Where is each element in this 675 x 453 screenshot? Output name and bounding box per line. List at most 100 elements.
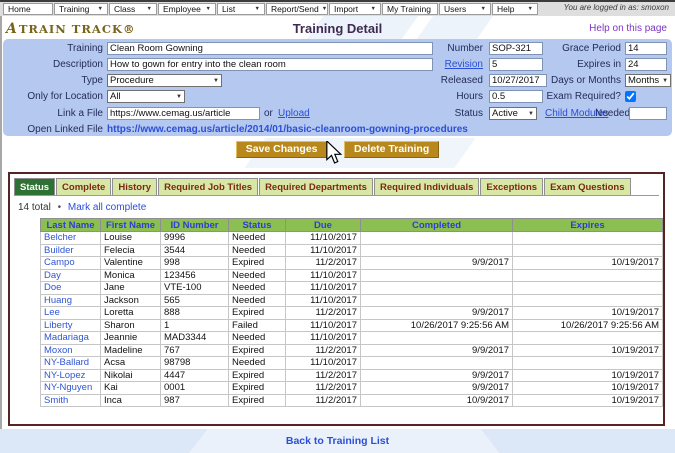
table-row: SmithInca987Expired11/2/201710/9/201710/…: [41, 394, 663, 407]
cell-expires: 10/19/2017: [513, 344, 663, 357]
employee-link[interactable]: NY-Lopez: [44, 370, 85, 381]
table-body: BelcherLouise9996Needed11/10/2017Builder…: [41, 232, 663, 407]
save-changes-button[interactable]: Save Changes: [236, 141, 328, 158]
employee-link[interactable]: Lee: [44, 307, 60, 318]
days-or-months-select[interactable]: Months ▼: [625, 74, 671, 87]
link-a-file-label: Link a File: [3, 107, 103, 121]
status-select[interactable]: Active ▼: [489, 107, 537, 120]
employee-link[interactable]: Huang: [44, 295, 72, 306]
menu-item-class[interactable]: Class▼: [109, 3, 157, 15]
menu-item-list[interactable]: List▼: [217, 3, 265, 15]
menu-item-my-training[interactable]: My Training: [382, 3, 438, 15]
menu-item-employee[interactable]: Employee▼: [158, 3, 216, 15]
tab-history[interactable]: History: [112, 178, 157, 195]
cell-first-name: Valentine: [101, 257, 161, 270]
only-for-location-label: Only for Location: [3, 90, 103, 104]
menu-item-training[interactable]: Training▼: [54, 3, 108, 15]
open-linked-file-link[interactable]: https://www.cemag.us/article/2014/01/bas…: [107, 123, 468, 137]
child-modules-needed-input[interactable]: [629, 107, 667, 120]
column-header-first-name[interactable]: First Name: [101, 219, 161, 232]
only-for-location-select-value: All: [110, 91, 121, 102]
cell-id-number: VTE-100: [161, 282, 229, 295]
menu-item-import[interactable]: Import▼: [329, 3, 381, 15]
table-row: BelcherLouise9996Needed11/10/2017: [41, 232, 663, 245]
description-input[interactable]: [107, 58, 433, 71]
cell-status: Expired: [229, 257, 286, 270]
tab-exam-questions[interactable]: Exam Questions: [544, 178, 630, 195]
cell-last-name: Builder: [41, 244, 101, 257]
grace-period-input[interactable]: [625, 42, 667, 55]
help-link[interactable]: Help on this page: [589, 23, 667, 34]
employee-link[interactable]: Madariaga: [44, 332, 89, 343]
employee-link[interactable]: Moxon: [44, 345, 73, 356]
cell-due: 11/2/2017: [286, 307, 361, 320]
tab-required-individuals[interactable]: Required Individuals: [374, 178, 479, 195]
employee-link[interactable]: NY-Ballard: [44, 357, 89, 368]
employee-link[interactable]: Doe: [44, 282, 61, 293]
column-header-expires[interactable]: Expires: [513, 219, 663, 232]
table-header-row: Last NameFirst NameID NumberStatusDueCom…: [41, 219, 663, 232]
tab-required-job-titles[interactable]: Required Job Titles: [158, 178, 258, 195]
cell-id-number: 3544: [161, 244, 229, 257]
cell-due: 11/10/2017: [286, 269, 361, 282]
logo-text: TRAIN TRACK®: [19, 22, 136, 36]
exam-required-checkbox[interactable]: [625, 91, 636, 102]
cell-status: Needed: [229, 357, 286, 370]
cell-first-name: Acsa: [101, 357, 161, 370]
cell-completed: [361, 282, 513, 295]
link-a-file-input[interactable]: [107, 107, 260, 120]
mark-all-complete-link[interactable]: Mark all complete: [68, 202, 146, 213]
cell-last-name: Belcher: [41, 232, 101, 245]
menu-item-home[interactable]: Home: [3, 3, 53, 15]
cell-completed: [361, 269, 513, 282]
cell-id-number: 1: [161, 319, 229, 332]
employee-link[interactable]: Belcher: [44, 232, 76, 243]
employee-link[interactable]: Campo: [44, 257, 75, 268]
menu-item-label: My Training: [387, 4, 431, 14]
cell-due: 11/10/2017: [286, 244, 361, 257]
revision-link[interactable]: Revision: [388, 58, 483, 72]
upload-link[interactable]: Upload: [278, 107, 310, 121]
cell-expires: [513, 269, 663, 282]
cell-expires: [513, 244, 663, 257]
cell-last-name: Huang: [41, 294, 101, 307]
column-header-status[interactable]: Status: [229, 219, 286, 232]
dropdown-arrow-icon: ▼: [206, 6, 211, 12]
employee-link[interactable]: Builder: [44, 245, 74, 256]
employee-link[interactable]: Day: [44, 270, 61, 281]
table-row: DayMonica123456Needed11/10/2017: [41, 269, 663, 282]
tab-exceptions[interactable]: Exceptions: [480, 178, 543, 195]
back-to-training-list-link[interactable]: Back to Training List: [286, 435, 389, 447]
only-for-location-select[interactable]: All ▼: [107, 90, 185, 103]
column-header-id-number[interactable]: ID Number: [161, 219, 229, 232]
cell-expires: 10/19/2017: [513, 257, 663, 270]
cell-id-number: 98798: [161, 357, 229, 370]
menu-item-users[interactable]: Users▼: [439, 3, 491, 15]
tab-bar: StatusCompleteHistoryRequired Job Titles…: [14, 178, 659, 196]
column-header-completed[interactable]: Completed: [361, 219, 513, 232]
training-input[interactable]: [107, 42, 433, 55]
type-select[interactable]: Procedure ▼: [107, 74, 222, 87]
employee-link[interactable]: Liberty: [44, 320, 73, 331]
cell-status: Needed: [229, 332, 286, 345]
cell-id-number: 565: [161, 294, 229, 307]
table-row: NY-NguyenKai0001Expired11/2/20179/9/2017…: [41, 382, 663, 395]
column-header-last-name[interactable]: Last Name: [41, 219, 101, 232]
tab-required-departments[interactable]: Required Departments: [259, 178, 373, 195]
column-header-due[interactable]: Due: [286, 219, 361, 232]
employee-link[interactable]: NY-Nguyen: [44, 382, 92, 393]
page-title: Training Detail: [293, 21, 383, 36]
tab-status[interactable]: Status: [14, 178, 55, 195]
expires-in-input[interactable]: [625, 58, 667, 71]
status-panel: StatusCompleteHistoryRequired Job Titles…: [8, 172, 665, 426]
cell-status: Needed: [229, 282, 286, 295]
menu-item-report-send[interactable]: Report/Send▼: [266, 3, 328, 15]
tab-complete[interactable]: Complete: [56, 178, 111, 195]
employee-link[interactable]: Smith: [44, 395, 68, 406]
menu-item-help[interactable]: Help▼: [492, 3, 538, 15]
dropdown-arrow-icon: ▼: [213, 78, 219, 84]
delete-training-button[interactable]: Delete Training: [344, 141, 439, 158]
type-label: Type: [3, 74, 103, 88]
cell-expires: [513, 282, 663, 295]
menu-item-label: Training: [59, 4, 89, 14]
